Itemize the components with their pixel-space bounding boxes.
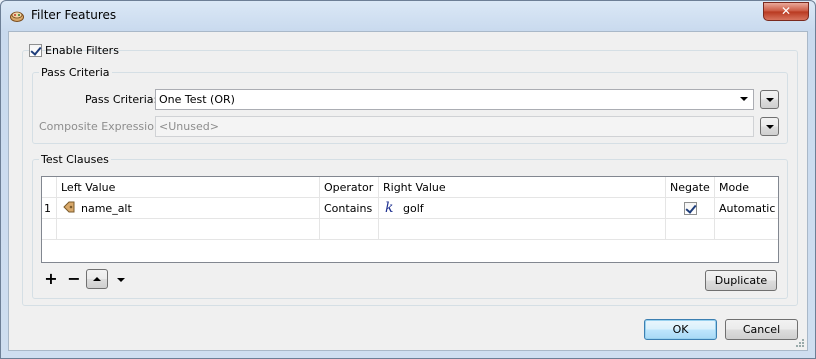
table-row[interactable] xyxy=(42,219,778,240)
pass-criteria-label: Pass Criteria: xyxy=(85,93,158,106)
duplicate-button[interactable]: Duplicate xyxy=(705,270,777,291)
operator-cell[interactable]: Contains xyxy=(320,198,379,219)
remove-clause-button[interactable]: − xyxy=(67,271,81,287)
chevron-down-icon xyxy=(766,98,774,102)
column-header-operator[interactable]: Operator xyxy=(320,177,379,198)
table-header: Left Value Operator Right Value Negate M… xyxy=(42,177,778,198)
negate-cell[interactable] xyxy=(666,219,715,240)
close-button[interactable]: ✕ xyxy=(763,2,809,21)
right-value-text: golf xyxy=(403,202,424,215)
right-value-cell[interactable] xyxy=(379,219,666,240)
left-value-text: name_alt xyxy=(81,202,132,215)
composite-expression-label: Composite Expression: xyxy=(39,120,165,133)
title-bar: Filter Features ✕ xyxy=(1,1,815,31)
window-title: Filter Features xyxy=(31,8,117,22)
test-clauses-table: Left Value Operator Right Value Negate M… xyxy=(41,176,779,263)
mode-cell[interactable] xyxy=(715,219,778,240)
enable-filters-row[interactable]: Enable Filters xyxy=(29,42,119,58)
move-down-button[interactable] xyxy=(117,278,125,282)
pass-criteria-dropdown[interactable]: One Test (OR) xyxy=(155,89,754,110)
pass-criteria-value: One Test (OR) xyxy=(159,93,235,106)
composite-expression-value: <Unused> xyxy=(159,120,219,133)
operator-cell[interactable] xyxy=(320,219,379,240)
column-header-mode[interactable]: Mode xyxy=(715,177,778,198)
row-number xyxy=(42,219,57,240)
resize-grip-icon[interactable] xyxy=(795,338,805,348)
add-clause-button[interactable]: + xyxy=(44,271,58,287)
left-value-cell[interactable] xyxy=(57,219,320,240)
move-up-button[interactable] xyxy=(86,269,108,289)
enable-filters-checkbox[interactable] xyxy=(29,43,42,57)
pass-criteria-group-title: Pass Criteria xyxy=(39,66,112,79)
enable-filters-label: Enable Filters xyxy=(45,43,119,57)
composite-expression-menu-button[interactable] xyxy=(760,117,779,136)
negate-checkbox[interactable] xyxy=(684,202,697,215)
app-icon xyxy=(9,8,25,24)
right-value-cell[interactable]: k golf xyxy=(379,198,666,219)
column-header-left-value[interactable]: Left Value xyxy=(57,177,320,198)
composite-expression-field: <Unused> xyxy=(155,116,754,137)
chevron-down-icon xyxy=(766,125,774,129)
filter-features-dialog: Filter Features ✕ Enable Filters Pass Cr… xyxy=(0,0,816,359)
string-k-icon: k xyxy=(385,200,394,216)
mode-cell[interactable]: Automatic xyxy=(715,198,778,219)
row-number-header xyxy=(42,177,57,198)
table-row[interactable]: 1 name_alt Contains k golf Automatic xyxy=(42,198,778,219)
close-icon: ✕ xyxy=(780,4,792,18)
left-value-cell[interactable]: name_alt xyxy=(57,198,320,219)
negate-cell[interactable] xyxy=(666,198,715,219)
test-clauses-group-title: Test Clauses xyxy=(39,153,111,166)
attribute-icon xyxy=(63,199,75,220)
cancel-button[interactable]: Cancel xyxy=(725,319,798,340)
pass-criteria-menu-button[interactable] xyxy=(760,90,779,109)
column-header-negate[interactable]: Negate xyxy=(666,177,715,198)
column-header-right-value[interactable]: Right Value xyxy=(379,177,666,198)
dialog-body: Enable Filters Pass Criteria Pass Criter… xyxy=(8,31,808,351)
arrow-up-icon xyxy=(93,277,101,281)
row-number: 1 xyxy=(42,198,57,219)
chevron-down-icon xyxy=(740,97,748,101)
ok-button[interactable]: OK xyxy=(644,319,717,340)
